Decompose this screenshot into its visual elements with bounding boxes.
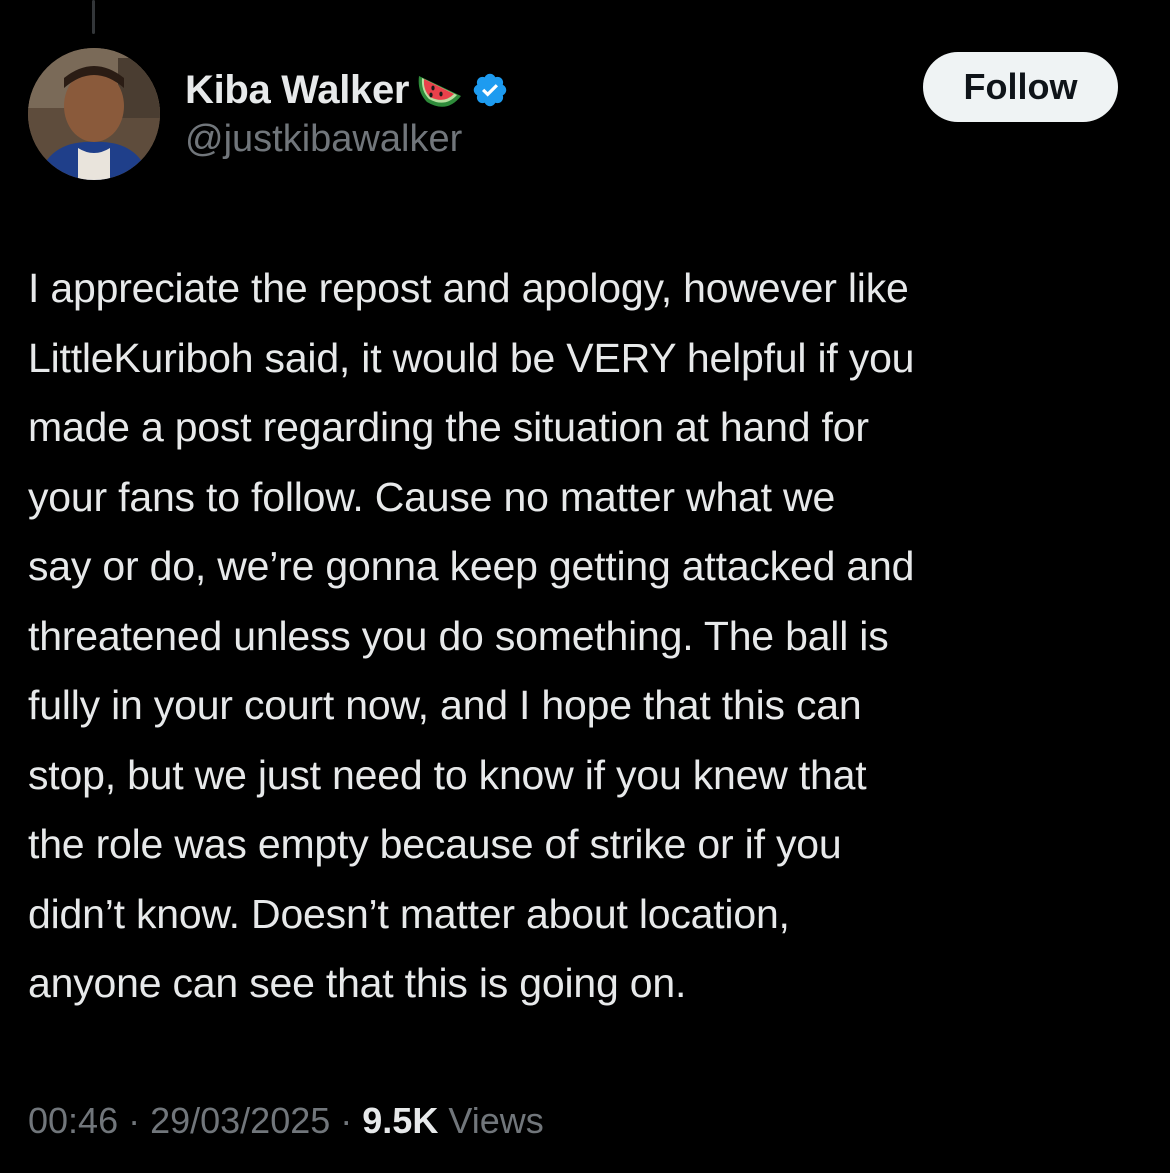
author-display-name[interactable]: Kiba Walker <box>185 68 409 113</box>
avatar-image <box>28 48 160 180</box>
watermelon-icon <box>417 70 463 110</box>
tweet-time[interactable]: 00:46 <box>28 1100 118 1142</box>
tweet-text: I appreciate the repost and apology, how… <box>28 265 915 1006</box>
thread-connector-line <box>92 0 95 34</box>
separator-dot: · <box>128 1100 141 1141</box>
author-handle[interactable]: @justkibawalker <box>185 118 462 161</box>
views-count[interactable]: 9.5K <box>362 1100 438 1142</box>
views-label: Views <box>448 1100 544 1141</box>
author-name-row: Kiba Walker <box>185 62 509 118</box>
verified-badge-icon[interactable] <box>471 71 509 109</box>
follow-button[interactable]: Follow <box>923 52 1118 122</box>
avatar[interactable] <box>28 48 160 180</box>
tweet-date[interactable]: 29/03/2025 <box>150 1100 330 1142</box>
separator-dot: · <box>340 1100 353 1141</box>
tweet-metadata: 00:46 · 29/03/2025 · 9.5K Views <box>28 1100 544 1142</box>
